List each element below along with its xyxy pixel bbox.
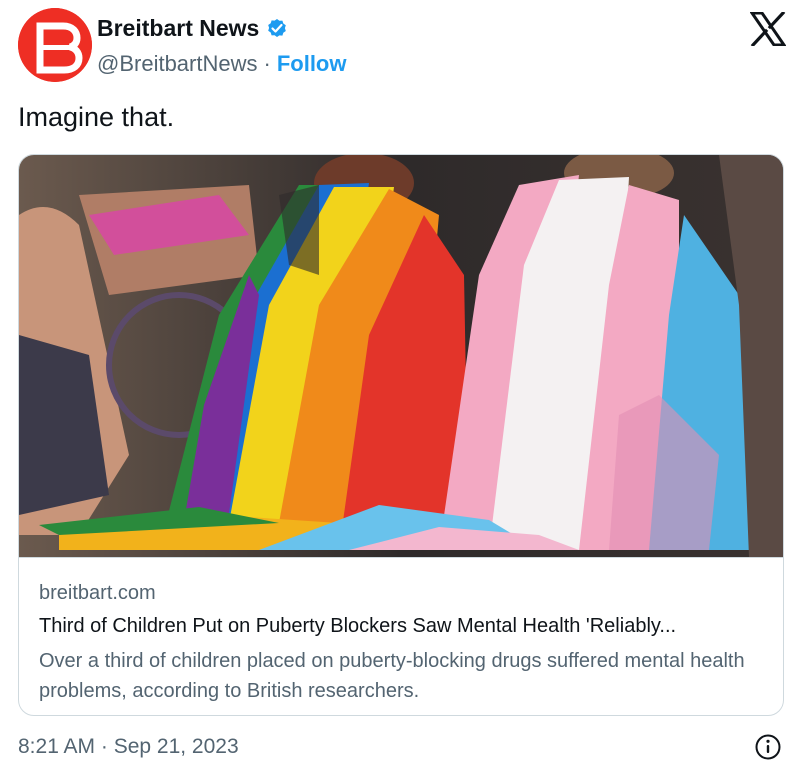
follow-button[interactable]: Follow xyxy=(277,50,347,78)
tweet-text: Imagine that. xyxy=(18,102,175,132)
info-icon[interactable] xyxy=(754,733,782,761)
author-handle-row: @BreitbartNews · Follow xyxy=(97,50,346,78)
x-logo-icon[interactable] xyxy=(750,12,786,46)
avatar[interactable] xyxy=(18,8,92,82)
card-description: Over a third of children placed on puber… xyxy=(39,650,745,702)
link-card[interactable]: breitbart.com Third of Children Put on P… xyxy=(18,154,784,716)
timestamp[interactable]: 8:21 AM · Sep 21, 2023 xyxy=(18,733,239,761)
card-image[interactable] xyxy=(19,155,784,557)
separator: · xyxy=(263,51,271,76)
card-domain: breitbart.com xyxy=(39,582,156,604)
author-name-row: Breitbart News xyxy=(97,14,289,42)
author-handle[interactable]: @BreitbartNews xyxy=(97,50,258,78)
display-name[interactable]: Breitbart News xyxy=(97,14,259,42)
breitbart-logo-icon xyxy=(18,8,92,82)
tweet-embed: Breitbart News @BreitbartNews · Follow I… xyxy=(0,0,800,768)
verified-badge-icon xyxy=(268,19,287,37)
card-title[interactable]: Third of Children Put on Puberty Blocker… xyxy=(39,612,769,640)
card-meta: breitbart.com Third of Children Put on P… xyxy=(19,557,783,715)
